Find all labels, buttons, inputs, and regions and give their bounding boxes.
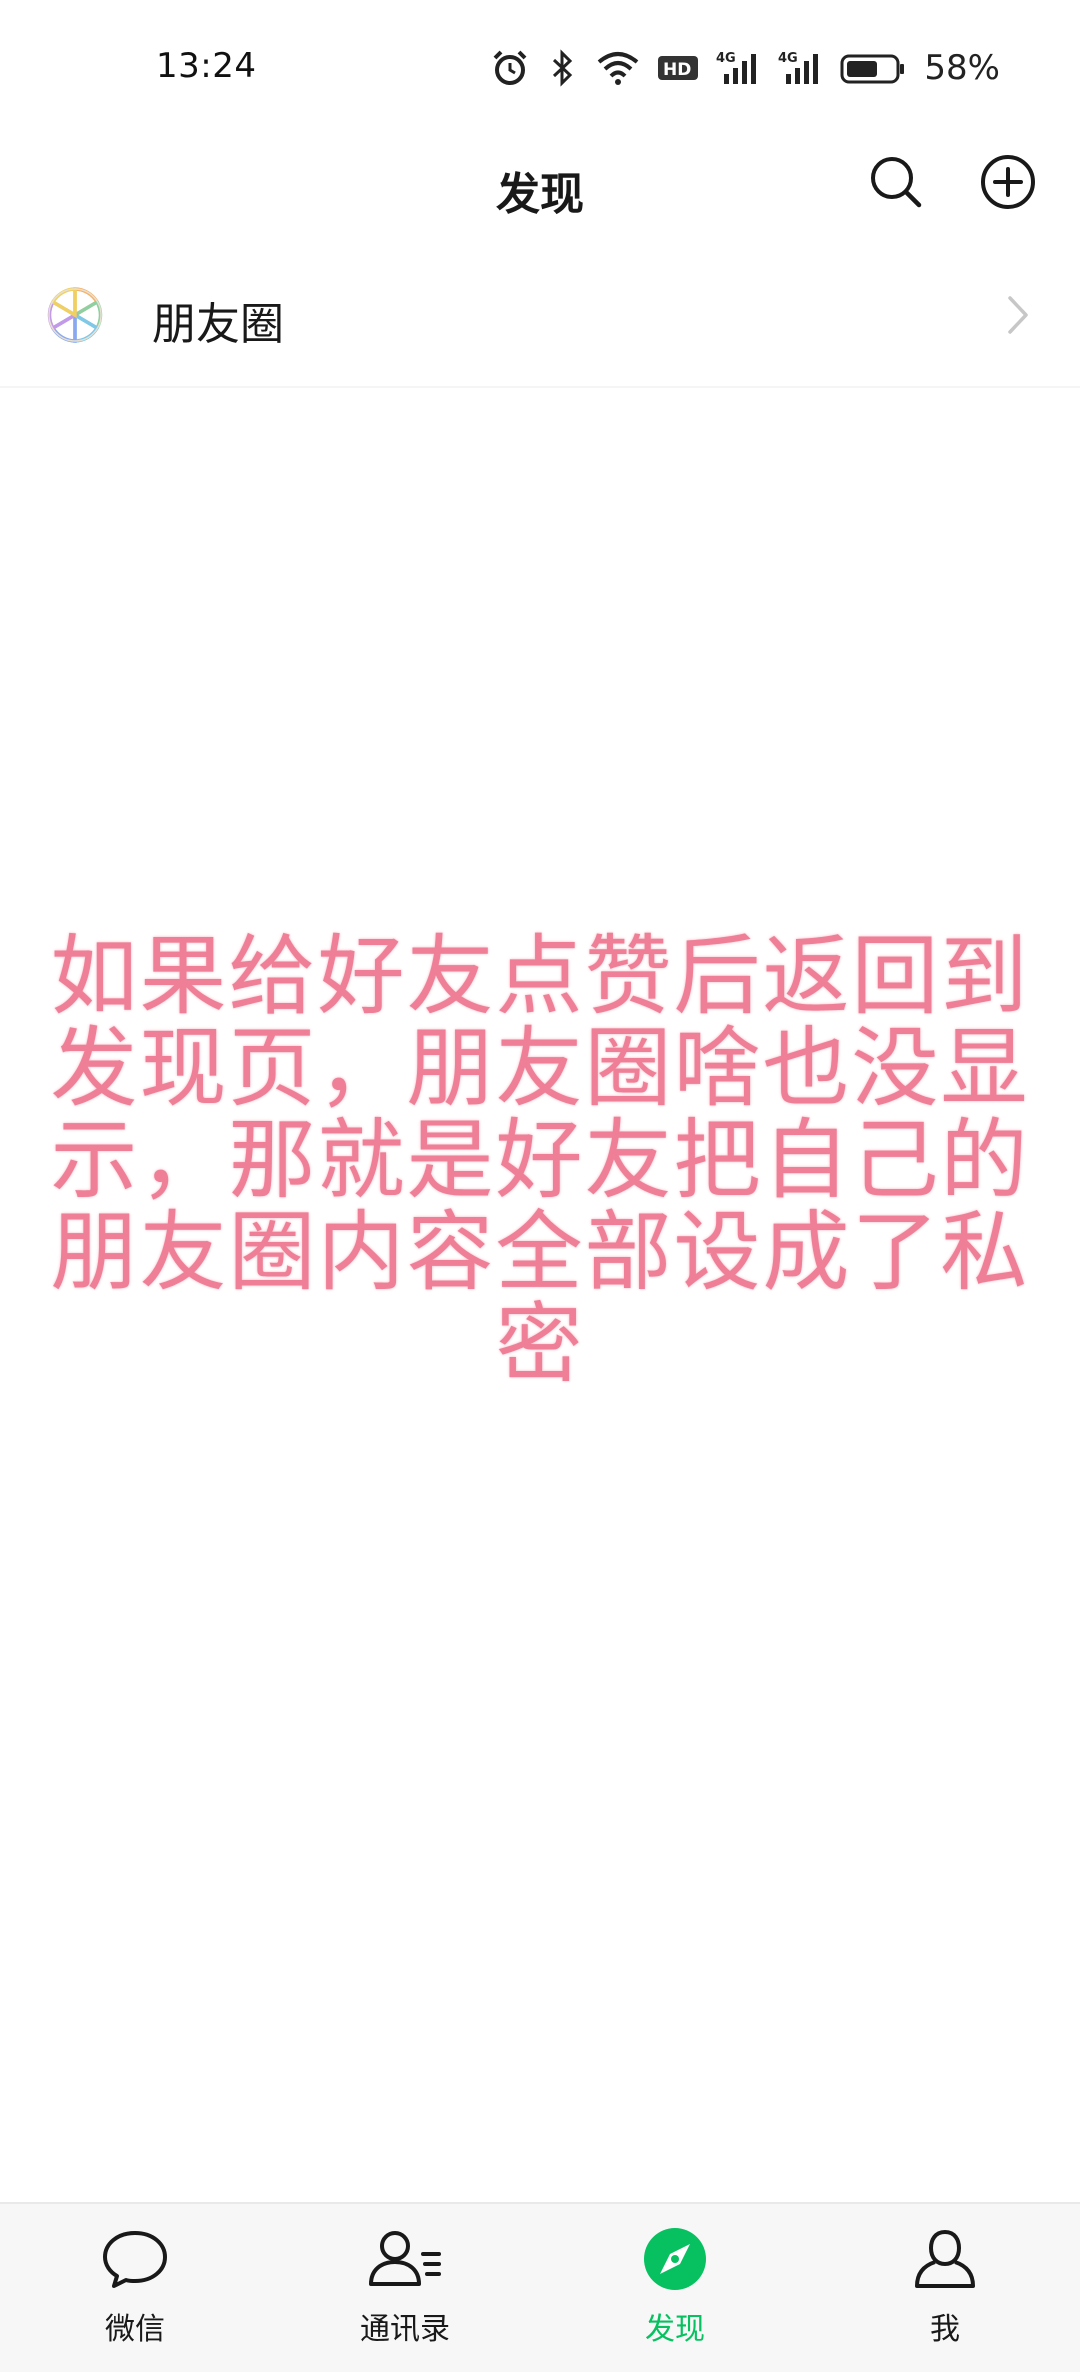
chat-bubble-icon xyxy=(103,2231,167,2288)
add-circle-icon xyxy=(981,155,1035,209)
divider xyxy=(0,386,1080,388)
battery-icon xyxy=(840,54,905,84)
tab-bar: 微信 通讯录 发现 我 xyxy=(0,2202,1080,2372)
alarm-icon xyxy=(494,50,527,85)
signal-4g-icon: 4G xyxy=(716,51,757,84)
moments-icon xyxy=(47,287,103,343)
tab-label: 微信 xyxy=(105,2312,165,2347)
search-icon xyxy=(871,157,922,208)
contacts-icon xyxy=(369,2231,441,2286)
tab-contacts[interactable]: 通讯录 xyxy=(270,2204,540,2372)
chevron-right-icon xyxy=(1008,296,1028,334)
signal-4g-icon: 4G xyxy=(778,51,819,84)
overlay-caption: 如果给好友点赞后返回到发现页，朋友圈啥也没显示，那就是好友把自己的朋友圈内容全部… xyxy=(49,925,1030,1395)
tab-chats[interactable]: 微信 xyxy=(0,2204,270,2372)
add-button[interactable] xyxy=(968,142,1048,222)
wifi-icon xyxy=(598,52,639,85)
search-button[interactable] xyxy=(856,142,936,222)
tab-discover[interactable]: 发现 xyxy=(540,2204,810,2372)
status-bar: 13:24 HD 4G 4G 58% xyxy=(0,0,1080,130)
status-icons: HD 4G 4G 58% xyxy=(490,46,1000,90)
title-bar: 发现 xyxy=(0,130,1080,240)
svg-text:4G: 4G xyxy=(716,51,736,66)
hd-icon: HD xyxy=(658,56,699,80)
person-icon xyxy=(915,2229,975,2288)
tab-label: 我 xyxy=(930,2312,960,2347)
battery-percent: 58% xyxy=(924,48,1000,88)
status-time: 13:24 xyxy=(156,46,257,86)
svg-text:HD: HD xyxy=(663,60,691,80)
tab-label: 通讯录 xyxy=(360,2312,450,2347)
tab-label: 发现 xyxy=(645,2312,705,2347)
compass-icon xyxy=(644,2228,706,2290)
svg-text:4G: 4G xyxy=(778,51,798,66)
moments-entry[interactable]: 朋友圈 xyxy=(0,260,1080,370)
bluetooth-icon xyxy=(553,49,573,87)
moments-label: 朋友圈 xyxy=(152,299,284,350)
tab-me[interactable]: 我 xyxy=(810,2204,1080,2372)
